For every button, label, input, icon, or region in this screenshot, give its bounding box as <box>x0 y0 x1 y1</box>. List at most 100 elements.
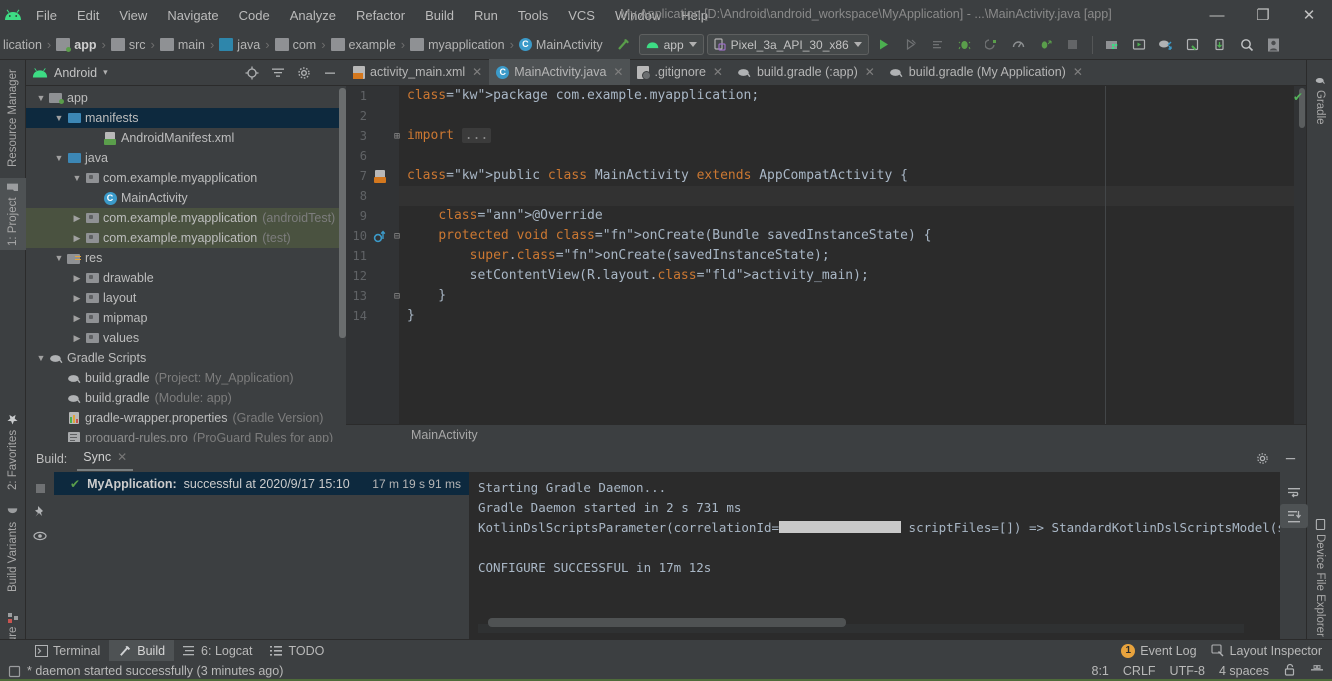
menu-item-refactor[interactable]: Refactor <box>346 5 415 26</box>
apply-changes-icon[interactable] <box>899 34 923 56</box>
chevron-right-icon[interactable] <box>70 313 84 324</box>
build-log-output[interactable]: Starting Gradle Daemon... Gradle Daemon … <box>470 472 1280 639</box>
menu-item-build[interactable]: Build <box>415 5 464 26</box>
tab-activity-main-xml[interactable]: activity_main.xml ✕ <box>346 59 489 85</box>
bottom-tab-layout-inspector[interactable]: Layout Inspector <box>1211 640 1322 662</box>
override-method-marker-icon[interactable] <box>372 226 388 246</box>
close-icon[interactable]: ✕ <box>613 65 623 79</box>
breadcrumb-item-com[interactable]: com <box>272 38 320 52</box>
breadcrumb-item-main[interactable]: main <box>157 38 208 52</box>
window-maximize-button[interactable]: ❐ <box>1240 0 1286 30</box>
code-line[interactable] <box>399 186 1306 206</box>
close-icon[interactable]: ✕ <box>713 65 723 79</box>
build-tree[interactable]: ✔ MyApplication: successful at 2020/9/17… <box>54 472 470 639</box>
sdk-manager-icon[interactable] <box>1100 34 1124 56</box>
run-icon[interactable] <box>872 34 896 56</box>
code-line[interactable]: class="kw">public class MainActivity ext… <box>399 166 1306 186</box>
menu-item-vcs[interactable]: VCS <box>558 5 605 26</box>
menu-item-view[interactable]: View <box>109 5 157 26</box>
breadcrumb-item-src[interactable]: src <box>108 38 149 52</box>
device-selector[interactable]: Pixel_3a_API_30_x86 <box>706 34 869 55</box>
user-icon[interactable] <box>1262 34 1286 56</box>
chevron-right-icon[interactable] <box>70 213 84 224</box>
tree-item-drawable[interactable]: drawable <box>26 268 346 288</box>
file-encoding[interactable]: UTF-8 <box>1170 664 1205 678</box>
code-line[interactable]: setContentView(R.layout.class="fld">acti… <box>399 266 1306 286</box>
chevron-down-icon[interactable] <box>34 353 48 363</box>
chevron-right-icon[interactable] <box>70 293 84 304</box>
tree-item-androidmanifest-xml[interactable]: AndroidManifest.xml <box>26 128 346 148</box>
unlocked-icon[interactable] <box>1283 663 1296 679</box>
bottom-tab-build[interactable]: Build <box>109 639 175 662</box>
code-line[interactable] <box>399 146 1306 166</box>
code-line[interactable]: import ... <box>399 126 1306 146</box>
tab-build-gradle-project[interactable]: build.gradle (My Application) ✕ <box>882 59 1090 85</box>
code-line[interactable]: class="ann">@Override <box>399 206 1306 226</box>
inspection-hat-icon[interactable] <box>1310 663 1324 679</box>
menu-item-analyze[interactable]: Analyze <box>280 5 346 26</box>
collapse-all-icon[interactable] <box>268 63 288 83</box>
project-tree[interactable]: app manifests AndroidManifest.xml java com.e… <box>26 86 346 442</box>
close-icon[interactable]: ✕ <box>472 65 482 79</box>
chevron-right-icon[interactable] <box>70 333 84 344</box>
line-separator[interactable]: CRLF <box>1123 664 1156 678</box>
breadcrumb[interactable]: lication › app › src › main › java › com… <box>0 37 606 52</box>
chevron-down-icon[interactable] <box>34 93 48 103</box>
tab-sync[interactable]: Sync ✕ <box>77 446 134 471</box>
chevron-down-icon[interactable] <box>52 153 66 163</box>
menu-item-code[interactable]: Code <box>229 5 280 26</box>
tree-item-com-example-myapplication[interactable]: com.example.myapplication (androidTest) <box>26 208 346 228</box>
debug-icon[interactable] <box>953 34 977 56</box>
menu-bar[interactable]: File Edit View Navigate Code Analyze Ref… <box>26 5 718 26</box>
avd-manager-icon[interactable] <box>1127 34 1151 56</box>
menu-item-edit[interactable]: Edit <box>67 5 109 26</box>
settings-gear-icon[interactable] <box>294 63 314 83</box>
editor-gutter[interactable]: 1 2 3 6 7 8 9 10 11 12 13 14 ⊞ ⊟ ⊟ <box>346 86 400 424</box>
tree-item-gradle-wrapper-properties[interactable]: gradle-wrapper.properties (Gradle Version… <box>26 408 346 428</box>
indent-setting[interactable]: 4 spaces <box>1219 664 1269 678</box>
chevron-down-icon[interactable]: ▾ <box>103 67 108 78</box>
code-line[interactable]: } <box>399 306 1306 326</box>
tree-item-app[interactable]: app <box>26 88 346 108</box>
window-close-button[interactable]: ✕ <box>1286 0 1332 30</box>
breadcrumb-item-mainactivity[interactable]: C MainActivity <box>516 38 606 52</box>
code-line[interactable]: class="kw">package com.example.myapplica… <box>399 86 1306 106</box>
soft-wrap-icon[interactable] <box>1280 480 1308 504</box>
tree-item-proguard-rules-pro[interactable]: proguard-rules.pro (ProGuard Rules for ap… <box>26 428 346 442</box>
menu-item-navigate[interactable]: Navigate <box>157 5 228 26</box>
build-log-hscrollbar-thumb[interactable] <box>488 618 846 627</box>
code-line[interactable] <box>399 106 1306 126</box>
editor-scrollbar-track[interactable]: ✔ <box>1293 86 1306 424</box>
bean-class-marker-icon[interactable] <box>372 166 388 186</box>
tree-item-layout[interactable]: layout <box>26 288 346 308</box>
chevron-right-icon[interactable] <box>70 233 84 244</box>
caret-position[interactable]: 8:1 <box>1092 664 1109 678</box>
tree-item-manifests[interactable]: manifests <box>26 108 346 128</box>
hide-panel-icon[interactable] <box>320 63 340 83</box>
restart-icon[interactable] <box>26 476 54 500</box>
breadcrumb-item-java[interactable]: java <box>216 38 263 52</box>
window-minimize-button[interactable]: — <box>1194 0 1240 30</box>
device-manager-icon[interactable] <box>1208 34 1232 56</box>
code-editor[interactable]: 1 2 3 6 7 8 9 10 11 12 13 14 ⊞ ⊟ ⊟ class="kw">package … <box>346 86 1306 424</box>
layout-inspector-icon[interactable] <box>1181 34 1205 56</box>
code-line[interactable]: super.class="fn">onCreate(savedInstanceS… <box>399 246 1306 266</box>
close-icon[interactable]: ✕ <box>117 450 127 464</box>
hide-panel-icon[interactable] <box>1280 448 1300 468</box>
bottom-tab-logcat[interactable]: 6: Logcat <box>174 640 261 662</box>
sidebar-item-resource-manager[interactable]: Resource Manager <box>0 62 26 170</box>
tree-item-build-gradle[interactable]: build.gradle (Project: My_Application) <box>26 368 346 388</box>
code-content[interactable]: class="kw">package com.example.myapplica… <box>399 86 1306 424</box>
run-configuration-selector[interactable]: app <box>638 34 704 55</box>
chevron-down-icon[interactable] <box>52 253 66 263</box>
bottom-tab-event-log[interactable]: 1 Event Log <box>1121 640 1197 662</box>
tab-gitignore[interactable]: .gitignore ✕ <box>630 59 730 85</box>
breadcrumb-item-app[interactable]: app <box>53 38 99 52</box>
run-with-coverage-icon[interactable] <box>1034 34 1058 56</box>
menu-item-tools[interactable]: Tools <box>508 5 558 26</box>
chevron-down-icon[interactable] <box>52 113 66 123</box>
tree-item-com-example-myapplication[interactable]: com.example.myapplication (test) <box>26 228 346 248</box>
sync-gradle-icon[interactable] <box>1154 34 1178 56</box>
select-opened-file-icon[interactable] <box>242 63 262 83</box>
project-view-selector[interactable]: Android <box>54 66 97 80</box>
